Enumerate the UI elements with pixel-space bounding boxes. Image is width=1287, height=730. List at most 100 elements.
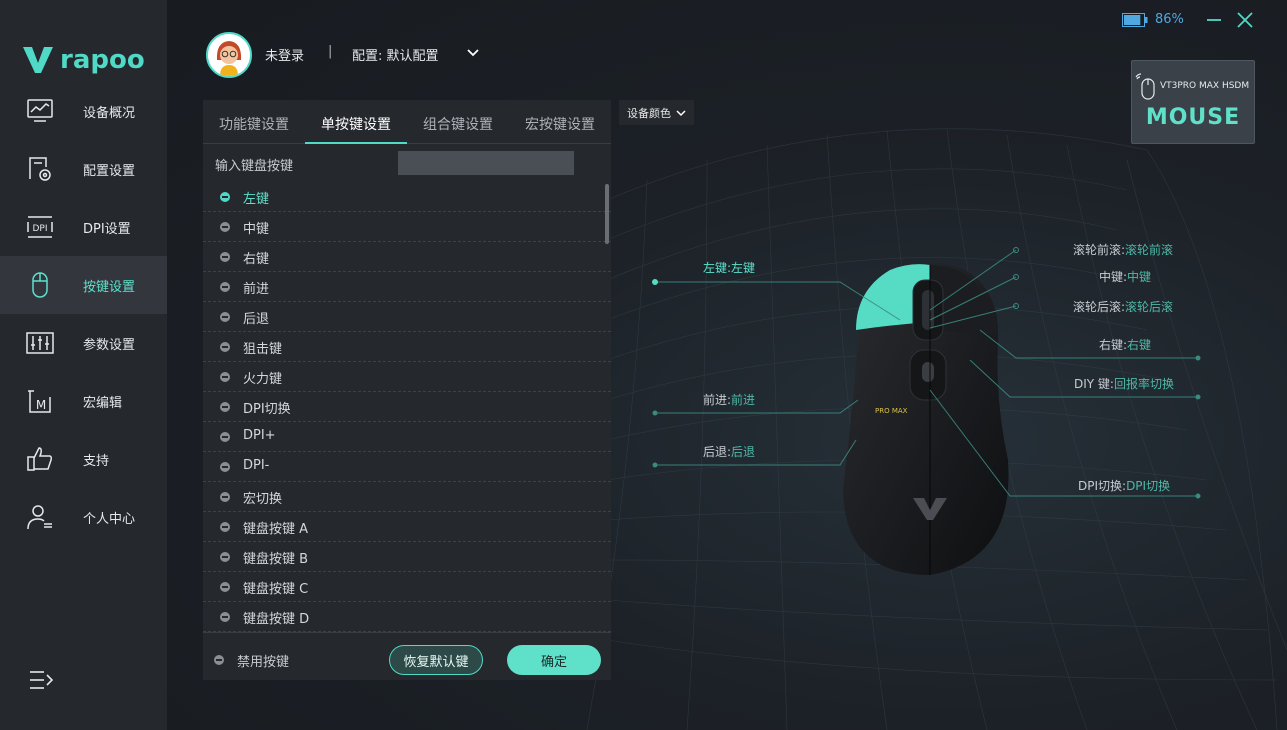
callout-right-button[interactable]: 右键:右键 <box>1099 336 1151 353</box>
sidebar-item-profile[interactable]: 个人中心 <box>0 488 167 546</box>
thumbs-up-icon <box>27 447 53 471</box>
callout-forward[interactable]: 前进:前进 <box>703 391 755 408</box>
radio-dot <box>220 462 230 472</box>
key-name: 前进 <box>243 282 270 297</box>
key-name: 左键 <box>243 192 270 207</box>
key-list-item[interactable]: 右键 <box>203 242 611 272</box>
monitor-chart-icon <box>27 99 53 122</box>
radio-dot <box>220 402 230 412</box>
key-name: 中键 <box>243 222 270 237</box>
sidebar-item-overview[interactable]: 设备概况 <box>0 82 167 140</box>
sidebar-item-dpi[interactable]: DPI DPI设置 <box>0 198 167 256</box>
key-list-item[interactable]: DPI- <box>203 452 611 482</box>
callout-middle[interactable]: 中键:中键 <box>1099 268 1151 285</box>
tab-bar: 功能键设置 单按键设置 组合键设置 宏按键设置 <box>203 100 611 144</box>
user-icon <box>27 505 52 530</box>
sidebar-item-support[interactable]: 支持 <box>0 430 167 488</box>
restore-default-button[interactable]: 恢复默认键 <box>389 645 483 675</box>
key-list-item[interactable]: DPI+ <box>203 422 611 452</box>
key-name: 宏切换 <box>243 492 283 507</box>
device-type: MOUSE <box>1145 105 1241 130</box>
tab-combo-key[interactable]: 组合键设置 <box>423 114 493 134</box>
key-list-item[interactable]: 后退 <box>203 302 611 332</box>
tab-single-key[interactable]: 单按键设置 <box>321 114 391 134</box>
sidebar-item-config[interactable]: 配置设置 <box>0 140 167 198</box>
radio-dot <box>220 492 230 502</box>
keyboard-input-label: 输入键盘按键 <box>215 159 294 174</box>
radio-dot <box>220 522 230 532</box>
config-selector[interactable]: 配置: 默认配置 <box>352 45 439 64</box>
logo-text: rapoo <box>60 45 145 75</box>
key-name: 狙击键 <box>243 342 283 357</box>
device-card[interactable]: VT3PRO MAX HSDM MOUSE <box>1131 60 1255 144</box>
radio-dot <box>220 222 230 232</box>
user-name[interactable]: 未登录 <box>265 45 304 64</box>
key-list-item[interactable]: 火力键 <box>203 362 611 392</box>
sliders-icon <box>26 332 54 354</box>
wireless-mouse-icon <box>1135 73 1155 100</box>
key-list-item[interactable]: 键盘按键 D <box>203 602 611 632</box>
radio-dot <box>220 552 230 562</box>
chevron-down-icon[interactable] <box>466 46 480 60</box>
sidebar-nav: 设备概况 配置设置 DPI DPI设置 按键设置 参数设置 M 宏编辑 支持 个… <box>0 82 167 546</box>
close-icon[interactable] <box>1236 11 1254 29</box>
key-list-item[interactable]: 左键 <box>203 182 611 212</box>
callout-left-button[interactable]: 左键:左键 <box>703 259 755 276</box>
tab-macro-key[interactable]: 宏按键设置 <box>525 114 595 134</box>
key-name: DPI切换 <box>243 402 291 417</box>
key-list-item[interactable]: 中键 <box>203 212 611 242</box>
avatar-image <box>208 34 250 76</box>
key-list-item[interactable]: 键盘按键 A <box>203 512 611 542</box>
key-name: 键盘按键 D <box>243 612 310 627</box>
mouse-model-label: PRO MAX <box>875 407 908 415</box>
key-list: 左键中键右键前进后退狙击键火力键 DPI切换 DPI+ DPI- 宏切换键盘按键 A 键盘… <box>203 182 611 632</box>
callout-scroll-up[interactable]: 滚轮前滚:滚轮前滚 <box>1073 241 1173 258</box>
radio-dot <box>220 372 230 382</box>
device-color-dropdown[interactable]: 设备颜色 <box>619 100 694 125</box>
sidebar-item-label: 配置设置 <box>83 163 136 179</box>
key-name: DPI+ <box>243 428 276 443</box>
radio-dot <box>220 252 230 262</box>
callout-back[interactable]: 后退:后退 <box>703 443 755 460</box>
key-list-item[interactable]: 狙击键 <box>203 332 611 362</box>
sidebar: rapoo 设备概况 配置设置 DPI DPI设置 按键设置 参数设置 M 宏编… <box>0 0 167 730</box>
radio-dot <box>220 192 230 202</box>
device-color-label: 设备颜色 <box>627 106 671 120</box>
sidebar-item-label: DPI设置 <box>83 221 131 237</box>
callout-dpi[interactable]: DPI切换:DPI切换 <box>1078 477 1170 494</box>
avatar[interactable] <box>206 32 252 78</box>
disable-radio[interactable] <box>214 655 224 665</box>
keyboard-input-row: 输入键盘按键 <box>203 144 611 182</box>
header-separator: | <box>328 44 333 59</box>
key-list-scrollbar[interactable] <box>605 184 609 244</box>
menu-toggle-icon[interactable] <box>28 668 54 692</box>
radio-dot <box>220 582 230 592</box>
key-list-item[interactable]: 宏切换 <box>203 482 611 512</box>
sidebar-item-params[interactable]: 参数设置 <box>0 314 167 372</box>
key-list-item[interactable]: 键盘按键 B <box>203 542 611 572</box>
minimize-icon[interactable] <box>1205 11 1223 29</box>
radio-dot <box>220 342 230 352</box>
sidebar-item-macro[interactable]: M 宏编辑 <box>0 372 167 430</box>
key-name: 火力键 <box>243 372 283 387</box>
svg-text:M: M <box>36 398 46 412</box>
radio-dot <box>220 312 230 322</box>
sidebar-item-label: 宏编辑 <box>83 395 123 411</box>
keyboard-key-input[interactable] <box>398 151 574 175</box>
key-name: 键盘按键 B <box>243 552 309 567</box>
callout-scroll-down[interactable]: 滚轮后滚:滚轮后滚 <box>1073 298 1173 315</box>
tab-function-keys[interactable]: 功能键设置 <box>219 114 289 134</box>
rapoo-v-icon <box>23 47 53 73</box>
radio-dot <box>220 612 230 622</box>
key-list-item[interactable]: 键盘按键 C <box>203 572 611 602</box>
callout-diy[interactable]: DIY 键:回报率切换 <box>1074 375 1174 392</box>
confirm-button[interactable]: 确定 <box>507 645 601 675</box>
svg-text:DPI: DPI <box>32 224 47 234</box>
key-list-item[interactable]: 前进 <box>203 272 611 302</box>
button-settings-panel: 功能键设置 单按键设置 组合键设置 宏按键设置 输入键盘按键 左键中键右键前进后… <box>203 100 611 680</box>
panel-bottom-bar: 禁用按键 恢复默认键 确定 <box>203 632 611 680</box>
disable-key-label[interactable]: 禁用按键 <box>237 651 289 670</box>
key-list-item[interactable]: DPI切换 <box>203 392 611 422</box>
sidebar-item-buttons[interactable]: 按键设置 <box>0 256 167 314</box>
key-name: 右键 <box>243 252 270 267</box>
